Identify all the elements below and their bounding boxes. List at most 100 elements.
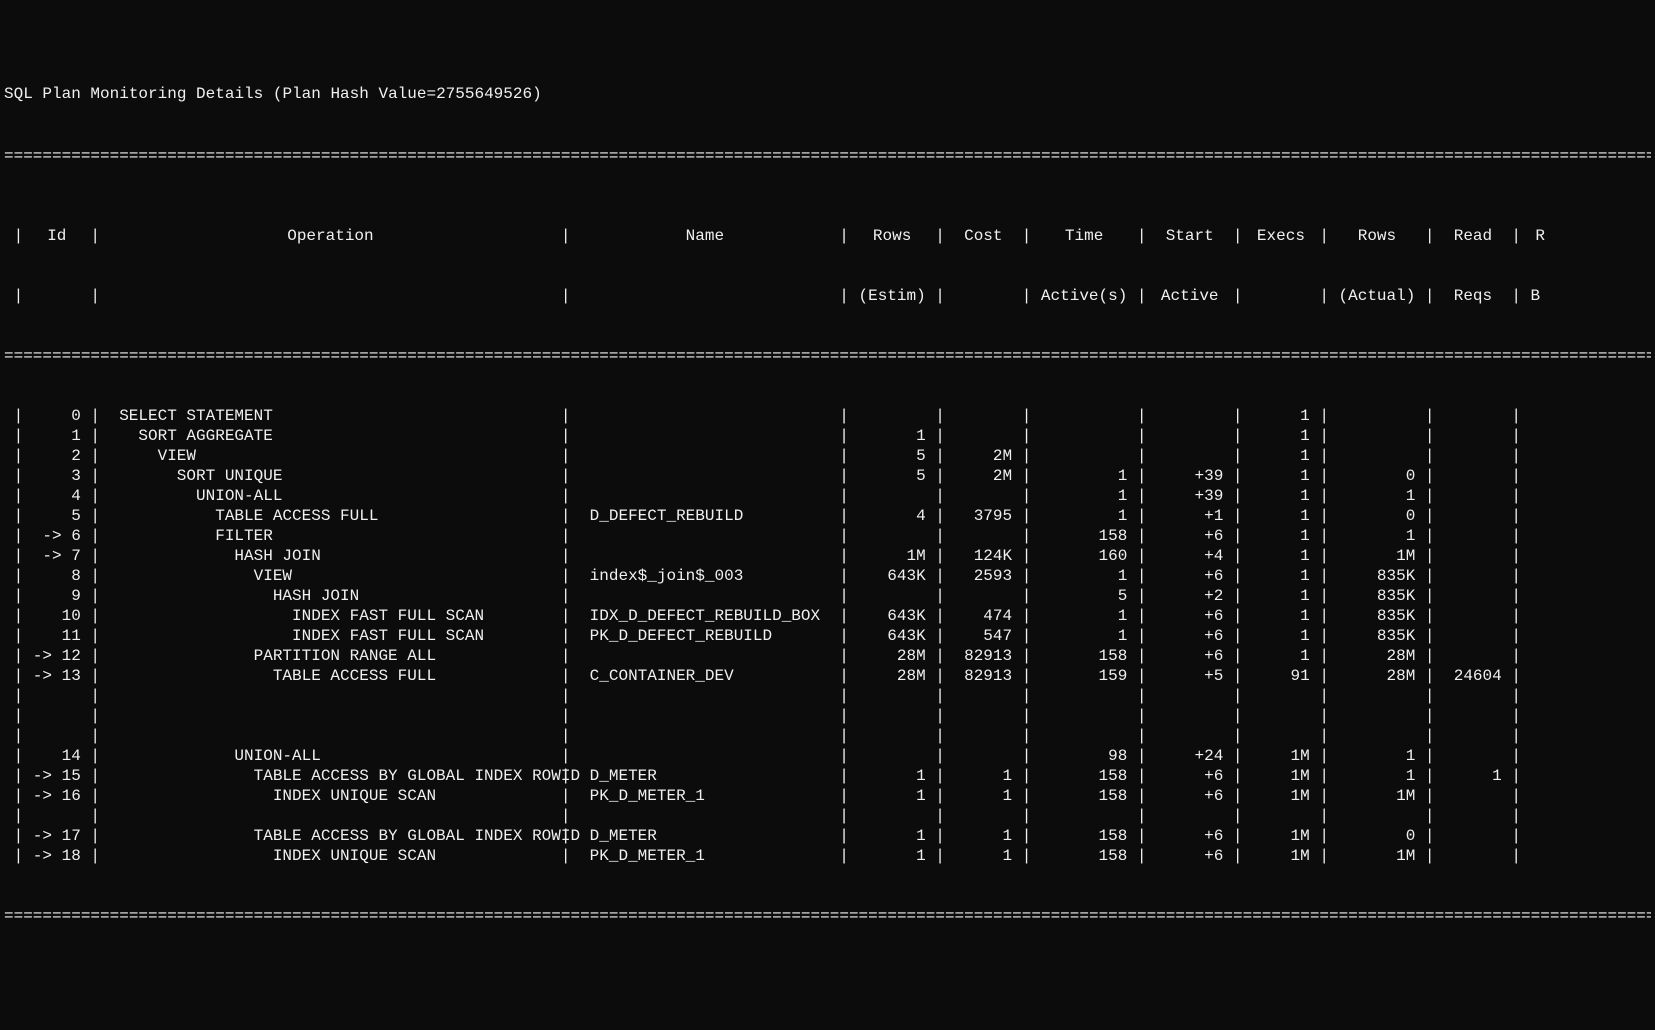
cell-execs: 1M: [1252, 746, 1310, 766]
cell-id: 0: [33, 406, 81, 426]
cell-id: -> 13: [33, 666, 81, 686]
cell-cost: 2593: [955, 566, 1013, 586]
cell-rows-estim: 28M: [859, 666, 926, 686]
cell-rows-estim: 1: [859, 766, 926, 786]
cell-read-bytes: [1531, 526, 1550, 546]
cell-start-active: +6: [1156, 566, 1223, 586]
cell-rows-estim: [859, 586, 926, 606]
cell-name: [580, 486, 830, 506]
cell-rows-estim: 643K: [859, 606, 926, 626]
cell-read-reqs: [1444, 526, 1502, 546]
col-time-active: Time: [1041, 226, 1127, 246]
cell-cost: [955, 746, 1013, 766]
cell-start-active: +6: [1156, 846, 1223, 866]
table-row: |11| INDEX FAST FULL SCAN| PK_D_DEFECT_R…: [4, 626, 1651, 646]
cell-time-active: 1: [1041, 486, 1127, 506]
cell-rows-actual: 0: [1339, 466, 1416, 486]
cell-operation: UNION-ALL: [110, 486, 552, 506]
cell-cost: 124K: [955, 546, 1013, 566]
cell-id: 8: [33, 566, 81, 586]
cell-read-bytes: [1531, 626, 1550, 646]
cell-cost: 2M: [955, 446, 1013, 466]
cell-read-bytes: [1531, 826, 1550, 846]
cell-rows-actual: 1M: [1339, 846, 1416, 866]
cell-operation: VIEW: [110, 566, 552, 586]
cell-time-active: [1041, 406, 1127, 426]
cell-read-bytes: [1531, 586, 1550, 606]
cell-time-active: 160: [1041, 546, 1127, 566]
cell-execs: 1: [1252, 586, 1310, 606]
cell-operation: VIEW: [110, 446, 552, 466]
plan-rows: |0| SELECT STATEMENT||||||1||||1| SORT A…: [4, 406, 1651, 866]
table-row: |-> 12| PARTITION RANGE ALL||28M|82913|1…: [4, 646, 1651, 666]
table-row: |8| VIEW| index$_join$_003|643K|2593|1|+…: [4, 566, 1651, 586]
cell-id: -> 18: [33, 846, 81, 866]
header-row-2: ||||(Estim)||Active(s)|Active||(Actual)|…: [4, 286, 1651, 306]
cell-execs: 1: [1252, 546, 1310, 566]
cell-rows-actual: [1339, 446, 1416, 466]
cell-id: -> 17: [33, 826, 81, 846]
cell-cost: 1: [955, 766, 1013, 786]
cell-name: [580, 546, 830, 566]
cell-start-active: [1156, 426, 1223, 446]
cell-read-reqs: [1444, 626, 1502, 646]
cell-cost: 1: [955, 846, 1013, 866]
cell-operation: INDEX UNIQUE SCAN: [110, 846, 552, 866]
cell-execs: 1: [1252, 566, 1310, 586]
cell-execs: 1: [1252, 426, 1310, 446]
cell-rows-actual: 0: [1339, 826, 1416, 846]
cell-start-active: +4: [1156, 546, 1223, 566]
header-row-1: |Id|Operation|Name|Rows|Cost|Time|Start|…: [4, 226, 1651, 246]
cell-name: index$_join$_003: [580, 566, 830, 586]
cell-id: 10: [33, 606, 81, 626]
col-start-active: Start: [1156, 226, 1223, 246]
cell-name: D_METER: [580, 766, 830, 786]
cell-rows-estim: [859, 526, 926, 546]
col-rows-actual: Rows: [1339, 226, 1416, 246]
cell-execs: 1M: [1252, 826, 1310, 846]
cell-read-reqs: [1444, 486, 1502, 506]
cell-execs: 1: [1252, 486, 1310, 506]
cell-id: 2: [33, 446, 81, 466]
col-execs: Execs: [1252, 226, 1310, 246]
cell-name: [580, 466, 830, 486]
cell-read-bytes: [1531, 446, 1550, 466]
cell-rows-actual: 1: [1339, 486, 1416, 506]
cell-execs: 1: [1252, 446, 1310, 466]
table-row: |||||||||||: [4, 726, 1651, 746]
cell-execs: 1: [1252, 526, 1310, 546]
cell-read-reqs: [1444, 546, 1502, 566]
cell-id: 9: [33, 586, 81, 606]
cell-rows-estim: [859, 746, 926, 766]
cell-operation: INDEX UNIQUE SCAN: [110, 786, 552, 806]
cell-read-reqs: [1444, 586, 1502, 606]
cell-read-bytes: [1531, 666, 1550, 686]
cell-time-active: 158: [1041, 646, 1127, 666]
divider-header: ========================================…: [4, 346, 1651, 366]
cell-cost: 2M: [955, 466, 1013, 486]
table-row: |5| TABLE ACCESS FULL| D_DEFECT_REBUILD|…: [4, 506, 1651, 526]
col-id: Id: [33, 226, 81, 246]
cell-execs: 91: [1252, 666, 1310, 686]
cell-time-active: 1: [1041, 466, 1127, 486]
cell-id: -> 6: [33, 526, 81, 546]
cell-name: IDX_D_DEFECT_REBUILD_BOX: [580, 606, 830, 626]
cell-time-active: 158: [1041, 826, 1127, 846]
divider-bottom: ========================================…: [4, 906, 1651, 926]
cell-start-active: +6: [1156, 766, 1223, 786]
cell-read-bytes: [1531, 746, 1550, 766]
table-row: |-> 15| TABLE ACCESS BY GLOBAL INDEX ROW…: [4, 766, 1651, 786]
cell-cost: [955, 526, 1013, 546]
cell-rows-actual: 1M: [1339, 786, 1416, 806]
cell-read-bytes: [1531, 786, 1550, 806]
cell-id: -> 12: [33, 646, 81, 666]
cell-start-active: +6: [1156, 526, 1223, 546]
cell-read-bytes: [1531, 546, 1550, 566]
cell-rows-actual: 835K: [1339, 586, 1416, 606]
cell-read-bytes: [1531, 606, 1550, 626]
cell-id: 11: [33, 626, 81, 646]
cell-start-active: +39: [1156, 486, 1223, 506]
cell-cost: 82913: [955, 646, 1013, 666]
cell-read-reqs: [1444, 406, 1502, 426]
col-read-reqs: Read: [1444, 226, 1502, 246]
